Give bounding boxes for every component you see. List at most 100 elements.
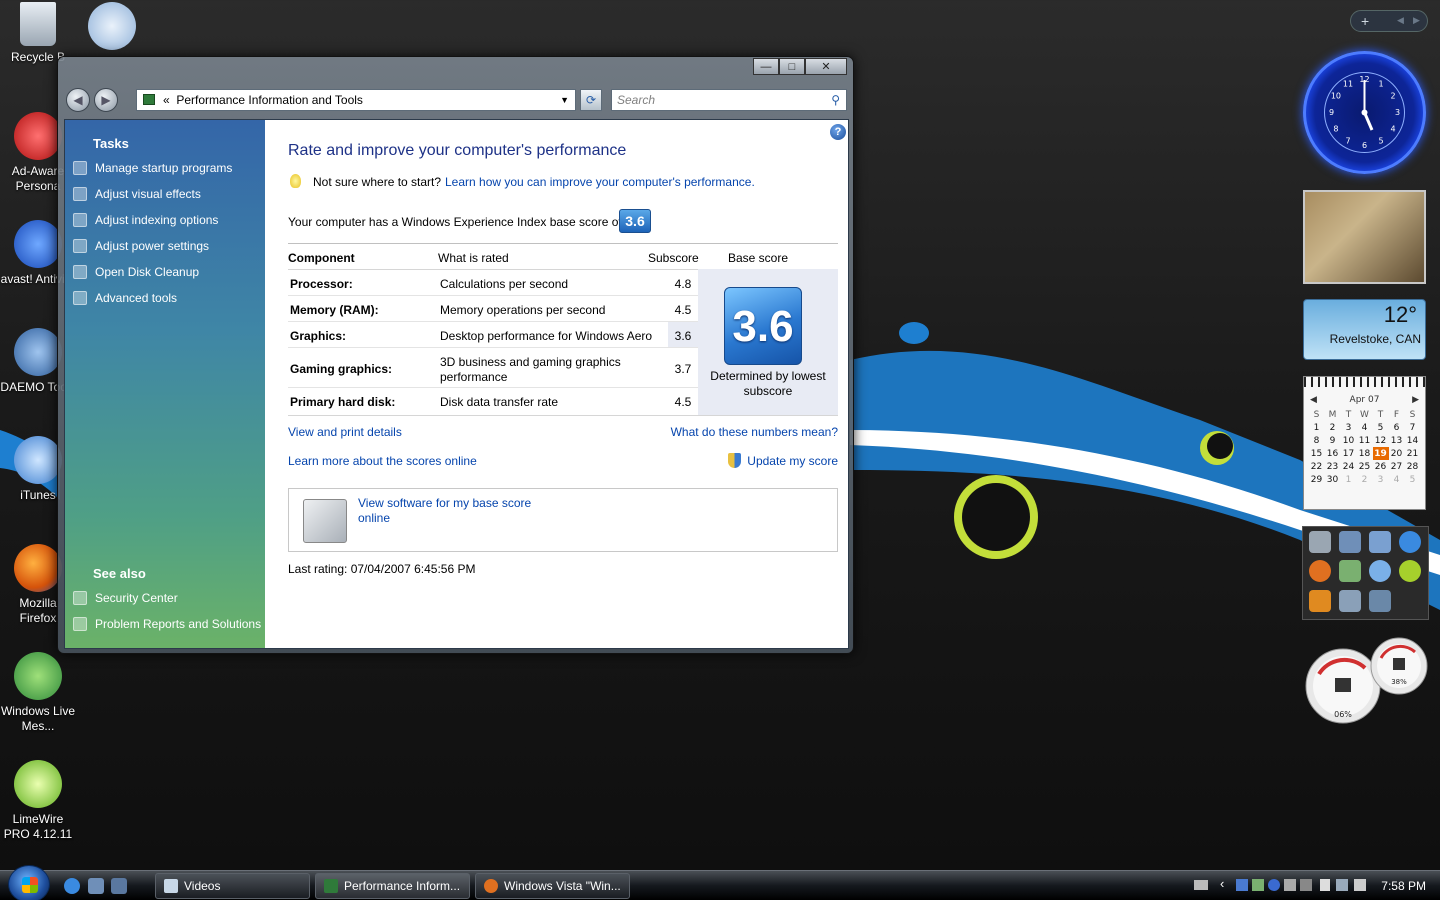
calendar-day[interactable]: 18	[1357, 447, 1373, 460]
task-manage-startup[interactable]: Manage startup programs	[73, 158, 232, 178]
calendar-day[interactable]: 3	[1373, 473, 1389, 486]
switch-windows-icon[interactable]	[111, 878, 127, 894]
limewire-icon[interactable]	[1399, 560, 1421, 583]
see-also-security-center[interactable]: Security Center	[73, 588, 178, 608]
power-tray-icon[interactable]	[1320, 879, 1330, 891]
chevron-down-icon[interactable]: ▼	[560, 90, 569, 110]
calendar-day[interactable]: 30	[1325, 473, 1341, 486]
next-month-icon[interactable]: ▶	[1412, 395, 1419, 405]
task-visual-effects[interactable]: Adjust visual effects	[73, 184, 201, 204]
tray-app-icon[interactable]	[1236, 879, 1248, 891]
forward-button[interactable]: ▶	[94, 88, 118, 112]
users-icon[interactable]	[1339, 560, 1361, 583]
address-bar[interactable]: « Performance Information and Tools ▼	[136, 89, 576, 111]
documents-icon[interactable]	[1369, 589, 1391, 612]
calendar-day[interactable]: 20	[1389, 447, 1405, 460]
internet-explorer-icon[interactable]	[64, 878, 80, 894]
add-gadget-icon[interactable]: +	[1361, 13, 1369, 29]
see-also-problem-reports[interactable]: Problem Reports and Solutions	[73, 614, 261, 634]
keyboard-icon[interactable]	[1194, 880, 1208, 890]
network-tray-icon[interactable]	[1336, 879, 1348, 891]
learn-scores-link[interactable]: Learn more about the scores online	[288, 454, 477, 468]
slideshow-gadget[interactable]	[1303, 190, 1426, 284]
taskbar-button-firefox[interactable]: Windows Vista "Win...	[475, 873, 630, 899]
maximize-button[interactable]: □	[779, 58, 805, 75]
desktop-icon-phone[interactable]	[74, 2, 150, 54]
previous-month-icon[interactable]: ◀	[1310, 395, 1317, 405]
calendar-day[interactable]: 5	[1373, 421, 1389, 434]
tray-app-icon[interactable]	[1252, 879, 1264, 891]
device-icon[interactable]	[1339, 589, 1361, 612]
calendar-day[interactable]: 10	[1341, 434, 1357, 447]
print-details-link[interactable]: View and print details	[288, 425, 402, 439]
calendar-day[interactable]: 12	[1373, 434, 1389, 447]
avast-tray-icon[interactable]	[1268, 879, 1280, 891]
internet-explorer-icon[interactable]	[1399, 531, 1421, 553]
calendar-day[interactable]: 29	[1309, 473, 1325, 486]
calendar-day[interactable]: 7	[1405, 421, 1421, 434]
calendar-day[interactable]: 2	[1325, 421, 1341, 434]
calendar-day[interactable]: 2	[1357, 473, 1373, 486]
itunes-icon[interactable]	[1369, 560, 1391, 583]
calendar-day[interactable]: 26	[1373, 460, 1389, 473]
tray-app-icon[interactable]	[1300, 879, 1312, 891]
weather-gadget[interactable]: 12° Revelstoke, CAN	[1303, 299, 1426, 360]
help-icon[interactable]: ?	[830, 124, 846, 140]
control-panel-icon[interactable]	[1369, 531, 1391, 553]
desktop-icon-messenger[interactable]: Windows Live Mes...	[0, 652, 76, 734]
calendar-day[interactable]: 1	[1309, 421, 1325, 434]
chevron-left-icon[interactable]: ‹	[1220, 876, 1224, 891]
taskbar-button-videos[interactable]: Videos	[155, 873, 310, 899]
calendar-day[interactable]: 13	[1389, 434, 1405, 447]
firefox-icon[interactable]	[1309, 560, 1331, 583]
calendar-day[interactable]: 14	[1405, 434, 1421, 447]
show-desktop-icon[interactable]	[88, 878, 104, 894]
calendar-day[interactable]: 17	[1341, 447, 1357, 460]
media-player-icon[interactable]	[1309, 589, 1331, 612]
calendar-day[interactable]: 28	[1405, 460, 1421, 473]
next-page-icon[interactable]: ▶	[1413, 15, 1420, 26]
calendar-day[interactable]: 1	[1341, 473, 1357, 486]
calendar-day[interactable]: 4	[1357, 421, 1373, 434]
clock-gadget[interactable]: 12 1 2 3 4 5 6 7 8 9 10 11	[1303, 51, 1426, 174]
minimize-button[interactable]: —	[753, 58, 779, 75]
calendar-day[interactable]: 9	[1325, 434, 1341, 447]
desktop-icon-limewire[interactable]: LimeWire PRO 4.12.11	[0, 760, 76, 842]
calendar-day[interactable]: 19	[1372, 447, 1389, 460]
calendar-day[interactable]: 24	[1341, 460, 1357, 473]
calendar-day[interactable]: 11	[1357, 434, 1373, 447]
numbers-meaning-link[interactable]: What do these numbers mean?	[671, 425, 838, 439]
calendar-day[interactable]: 21	[1405, 447, 1421, 460]
calendar-day[interactable]: 27	[1389, 460, 1405, 473]
calendar-day[interactable]: 8	[1309, 434, 1325, 447]
view-software-link[interactable]: View software for my base score online	[358, 496, 558, 526]
taskbar-clock[interactable]: 7:58 PM	[1381, 879, 1426, 893]
task-power-settings[interactable]: Adjust power settings	[73, 236, 209, 256]
update-score-link[interactable]: Update my score	[747, 454, 838, 468]
calendar-day[interactable]: 5	[1405, 473, 1421, 486]
calendar-day[interactable]: 3	[1341, 421, 1357, 434]
refresh-button[interactable]: ⟳	[580, 89, 602, 111]
volume-tray-icon[interactable]	[1354, 879, 1366, 891]
previous-page-icon[interactable]: ◀	[1397, 15, 1404, 26]
recycle-bin-icon[interactable]	[1309, 531, 1331, 553]
calendar-day[interactable]: 22	[1309, 460, 1325, 473]
close-button[interactable]: ✕	[805, 58, 847, 75]
calendar-day[interactable]: 15	[1309, 447, 1325, 460]
cpu-meter-gadget[interactable]: 06% 38%	[1305, 634, 1429, 726]
calendar-day[interactable]: 16	[1325, 447, 1341, 460]
calendar-gadget[interactable]: ◀ Apr 07 ▶ S M T W T F S 1 2 3 4 5 6 7 8 9 10 11 12 13 14 15 16 1…	[1303, 376, 1426, 510]
task-indexing-options[interactable]: Adjust indexing options	[73, 210, 218, 230]
back-button[interactable]: ◀	[66, 88, 90, 112]
search-input[interactable]: Search ⚲	[611, 89, 847, 111]
improve-performance-link[interactable]: Learn how you can improve your computer'…	[445, 175, 755, 189]
task-advanced-tools[interactable]: Advanced tools	[73, 288, 177, 308]
task-disk-cleanup[interactable]: Open Disk Cleanup	[73, 262, 199, 282]
taskbar-button-performance[interactable]: Performance Inform...	[315, 873, 470, 899]
computer-icon[interactable]	[1339, 531, 1361, 553]
search-icon[interactable]: ⚲	[831, 90, 840, 110]
calendar-day[interactable]: 25	[1357, 460, 1373, 473]
calendar-day[interactable]: 6	[1389, 421, 1405, 434]
calendar-day[interactable]: 4	[1389, 473, 1405, 486]
tray-app-icon[interactable]	[1284, 879, 1296, 891]
